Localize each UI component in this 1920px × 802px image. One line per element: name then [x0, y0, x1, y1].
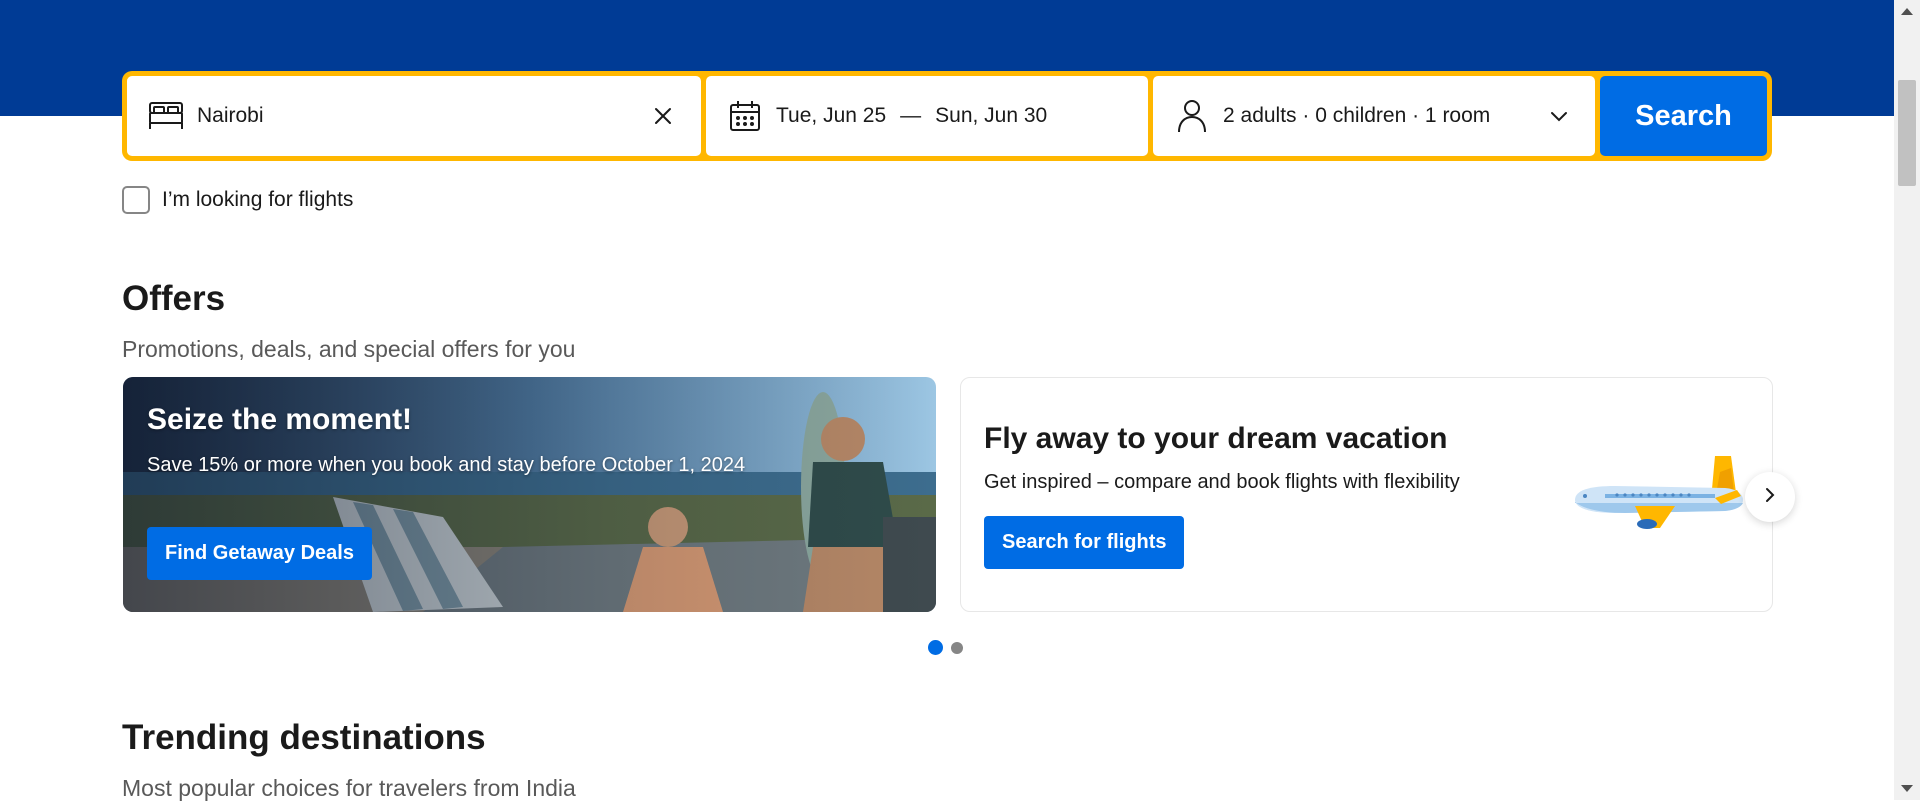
bed-icon: [147, 97, 185, 135]
scroll-thumb[interactable]: [1898, 80, 1916, 186]
occupancy-value[interactable]: 2 adults · 0 children · 1 room: [1223, 104, 1490, 128]
find-getaway-deals-button[interactable]: Find Getaway Deals: [147, 527, 372, 580]
carousel-next-button[interactable]: [1745, 472, 1795, 522]
checkout-date[interactable]: Sun, Jun 30: [935, 104, 1047, 128]
airplane-illustration: [1575, 456, 1743, 529]
chevron-down-icon[interactable]: [1543, 100, 1575, 132]
getaway-title: Seize the moment!: [147, 403, 413, 436]
search-for-flights-button[interactable]: Search for flights: [984, 516, 1185, 569]
checkin-date[interactable]: Tue, Jun 25: [776, 104, 886, 128]
trending-title: Trending destinations: [122, 718, 486, 757]
offers-subtitle: Promotions, deals, and special offers fo…: [122, 336, 576, 362]
date-separator: —: [900, 104, 922, 127]
flights-checkbox-label[interactable]: I’m looking for flights: [162, 188, 353, 212]
calendar-icon: [726, 97, 764, 135]
getaway-description: Save 15% or more when you book and stay …: [147, 454, 746, 476]
carousel-dot-1[interactable]: [928, 640, 943, 655]
destination-field[interactable]: Nairobi: [127, 76, 701, 156]
carousel-dot-2[interactable]: [951, 641, 963, 654]
flights-card[interactable]: Fly away to your dream vacation Get insp…: [960, 377, 1773, 612]
scroll-up-arrow[interactable]: [1901, 8, 1913, 15]
getaway-text: Seize the moment! Save 15% or more when …: [147, 403, 747, 480]
offers-title: Offers: [122, 279, 226, 318]
search-bar: Nairobi Tue, Jun 25 — Sun, Jun 30 2 adul…: [122, 71, 1772, 161]
getaway-deals-card[interactable]: Seize the moment! Save 15% or more when …: [123, 377, 936, 612]
flights-checkbox-row[interactable]: I’m looking for flights: [122, 186, 353, 214]
occupancy-field[interactable]: 2 adults · 0 children · 1 room: [1153, 76, 1595, 156]
scroll-down-arrow[interactable]: [1901, 785, 1913, 792]
page-scrollbar[interactable]: [1894, 0, 1920, 800]
flights-checkbox[interactable]: [122, 186, 150, 214]
carousel-pagination: [928, 640, 963, 655]
trending-subtitle: Most popular choices for travelers from …: [122, 775, 576, 801]
destination-value[interactable]: Nairobi: [197, 104, 264, 128]
dates-field[interactable]: Tue, Jun 25 — Sun, Jun 30: [706, 76, 1148, 156]
close-icon[interactable]: [647, 100, 679, 132]
flights-card-title: Fly away to your dream vacation: [984, 422, 1448, 455]
person-icon: [1173, 97, 1211, 135]
search-button[interactable]: Search: [1600, 76, 1767, 156]
flights-card-description: Get inspired – compare and book flights …: [984, 471, 1460, 493]
chevron-right-icon: [1765, 487, 1775, 508]
